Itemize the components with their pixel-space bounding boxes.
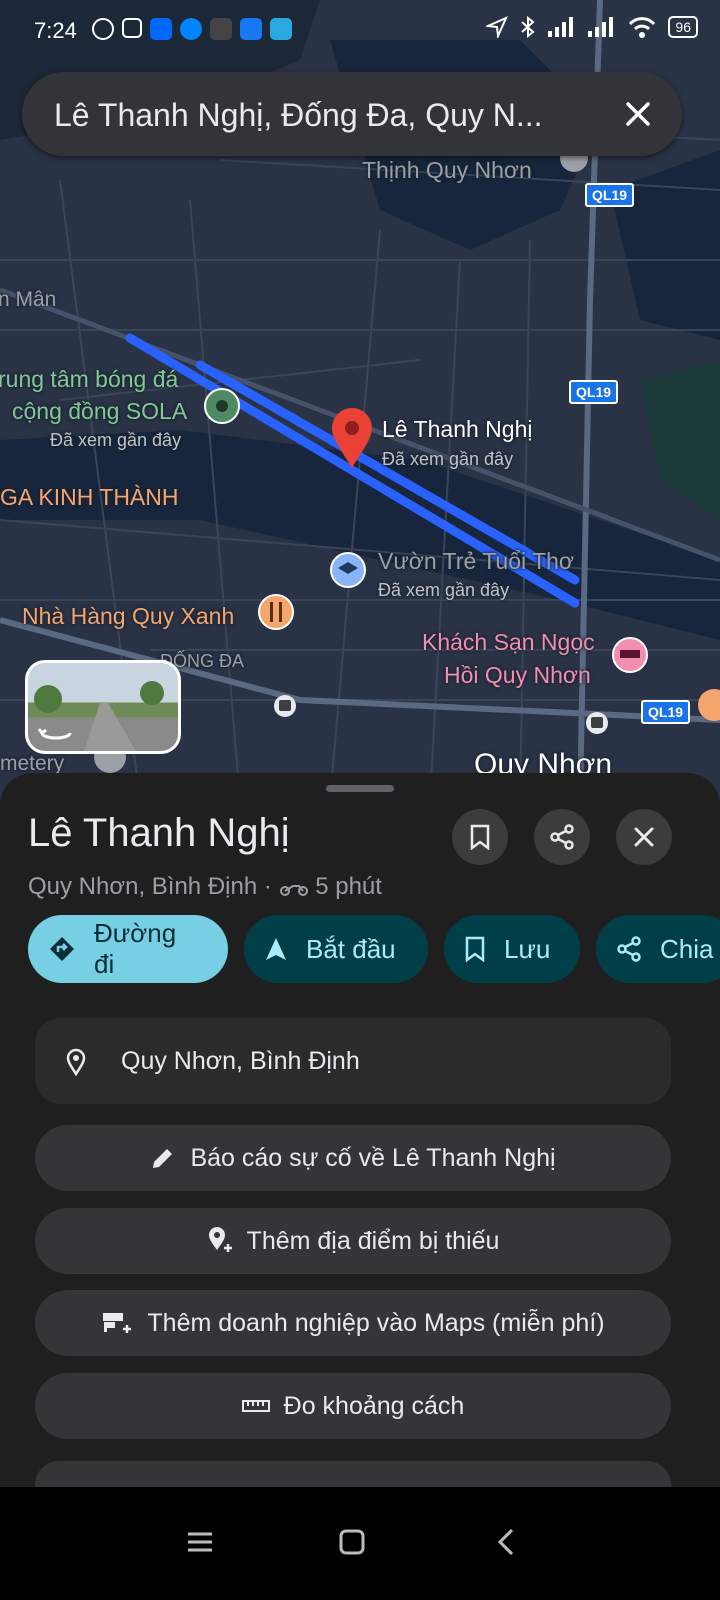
menu-icon (188, 1532, 212, 1552)
start-label: Bắt đầu (306, 933, 396, 964)
highway-shield: QL19 (585, 183, 635, 207)
close-icon (634, 827, 654, 847)
separator-dot: · (263, 873, 279, 900)
wifi-icon (629, 17, 656, 38)
hotel-poi-icon[interactable] (612, 637, 648, 673)
highway-shield: QL19 (569, 380, 619, 404)
add-missing-place-label: Thêm địa điểm bị thiếu (246, 1226, 500, 1255)
facebook-icon (240, 18, 262, 40)
school-poi-icon[interactable] (330, 552, 366, 588)
directions-button[interactable]: Đường đi (28, 915, 228, 983)
back-chevron-icon (497, 1528, 514, 1556)
bookmark-icon (465, 936, 485, 962)
address-text: Quy Nhơn, Bình Định (121, 1047, 360, 1075)
drag-handle[interactable] (326, 785, 394, 792)
start-button[interactable]: Bắt đầu (244, 915, 428, 983)
add-business-label: Thêm doanh nghiệp vào Maps (miễn phí) (147, 1308, 605, 1337)
report-issue-button[interactable]: Báo cáo sự cố về Lê Thanh Nghị (35, 1125, 671, 1191)
street-view-thumbnail[interactable] (25, 660, 181, 754)
map-label-sola-2[interactable]: cộng đồng SOLA (12, 398, 187, 425)
place-title: Lê Thanh Nghị (28, 811, 290, 855)
highway-shield: QL19 (641, 700, 691, 724)
location-pin-outline-icon (66, 1048, 86, 1077)
status-time: 7:24 (34, 18, 77, 43)
save-icon-button[interactable] (452, 809, 508, 865)
share-icon (550, 824, 574, 850)
download-icon (270, 18, 292, 40)
recent-apps-button[interactable] (180, 1525, 220, 1559)
map-label-restaurant[interactable]: Nhà Hàng Quy Xanh (22, 603, 234, 630)
app-notification-icon (210, 18, 232, 40)
search-query[interactable]: Lê Thanh Nghị, Đống Đa, Quy N... (54, 97, 614, 134)
rotate-360-icon (37, 728, 72, 740)
place-region: Quy Nhơn, Bình Định (28, 873, 258, 900)
sports-poi-icon[interactable] (204, 388, 240, 424)
directions-icon (50, 937, 74, 961)
map-label-sola[interactable]: rung tâm bóng đá (0, 366, 178, 393)
zalo-icon (150, 18, 172, 40)
map-label-vuon-tre[interactable]: Vườn Trẻ Tuổi Thơ (378, 548, 574, 575)
navigate-icon (266, 938, 286, 960)
signal-icon (548, 17, 574, 37)
map-label-man: n Mân (0, 288, 57, 311)
clear-search-button[interactable] (616, 92, 660, 136)
messenger-icon (180, 18, 202, 40)
close-icon (626, 102, 650, 126)
nfc-icon (122, 18, 142, 38)
restaurant-poi-icon[interactable] (258, 594, 294, 630)
share-label: Chia (660, 933, 714, 964)
action-chips: Đường đi Bắt đầu Lưu Chia (28, 915, 720, 983)
motorbike-icon (279, 884, 308, 896)
travel-time: 5 phút (315, 873, 382, 900)
map-label-pin-sub: Đã xem gần đây (382, 449, 514, 469)
bookmark-icon (470, 824, 490, 850)
share-icon (617, 936, 641, 962)
map-label-pin-title[interactable]: Lê Thanh Nghị (382, 416, 532, 443)
address-row[interactable]: Quy Nhơn, Bình Định (35, 1018, 671, 1104)
search-bar[interactable]: Lê Thanh Nghị, Đống Đa, Quy N... (22, 72, 682, 156)
bluetooth-icon (521, 16, 535, 38)
place-bottom-sheet[interactable]: Lê Thanh Nghị Quy Nhơn, Bình Định · 5 ph… (0, 773, 720, 1600)
close-sheet-button[interactable] (616, 809, 672, 865)
place-subtitle: Quy Nhơn, Bình Định · 5 phút (28, 873, 382, 901)
pencil-icon (153, 1149, 173, 1168)
alarm-icon (92, 18, 114, 40)
directions-label: Đường đi (94, 918, 177, 979)
system-navigation-bar (0, 1487, 720, 1600)
map-label-sola-sub: Đã xem gần đây (50, 430, 182, 450)
home-button[interactable] (332, 1525, 372, 1559)
home-square-icon (339, 1529, 365, 1555)
add-business-icon (103, 1313, 132, 1333)
back-button[interactable] (486, 1525, 526, 1559)
map-label-hotel-2[interactable]: Hồi Quy Nhơn (444, 662, 591, 689)
save-label: Lưu (504, 933, 551, 964)
bus-stop-icon[interactable] (274, 695, 296, 717)
add-business-button[interactable]: Thêm doanh nghiệp vào Maps (miễn phí) (35, 1290, 671, 1356)
share-icon-button[interactable] (534, 809, 590, 865)
measure-distance-label: Đo khoảng cách (283, 1391, 465, 1420)
location-arrow-icon (486, 16, 509, 38)
signal-icon-2 (588, 17, 614, 37)
status-bar: 7:24 96 (0, 0, 720, 62)
map-label-ga-kinh-thanh: GA KINH THÀNH (0, 484, 179, 510)
save-button[interactable]: Lưu (444, 915, 580, 983)
map-label-hotel[interactable]: Khách Sạn Ngọc (422, 629, 595, 656)
ruler-icon (241, 1400, 270, 1412)
add-missing-place-button[interactable]: Thêm địa điểm bị thiếu (35, 1208, 671, 1274)
report-issue-label: Báo cáo sự cố về Lê Thanh Nghị (190, 1143, 556, 1172)
map-label-vuon-tre-sub: Đã xem gần đây (378, 580, 510, 600)
add-place-icon (208, 1227, 232, 1252)
bus-stop-icon[interactable] (586, 712, 608, 734)
share-button[interactable]: Chia (596, 915, 720, 983)
battery-indicator: 96 (668, 16, 698, 38)
measure-distance-button[interactable]: Đo khoảng cách (35, 1373, 671, 1439)
map-label-thinh-quy-nhon: Thịnh Quy Nhơn (362, 157, 532, 183)
